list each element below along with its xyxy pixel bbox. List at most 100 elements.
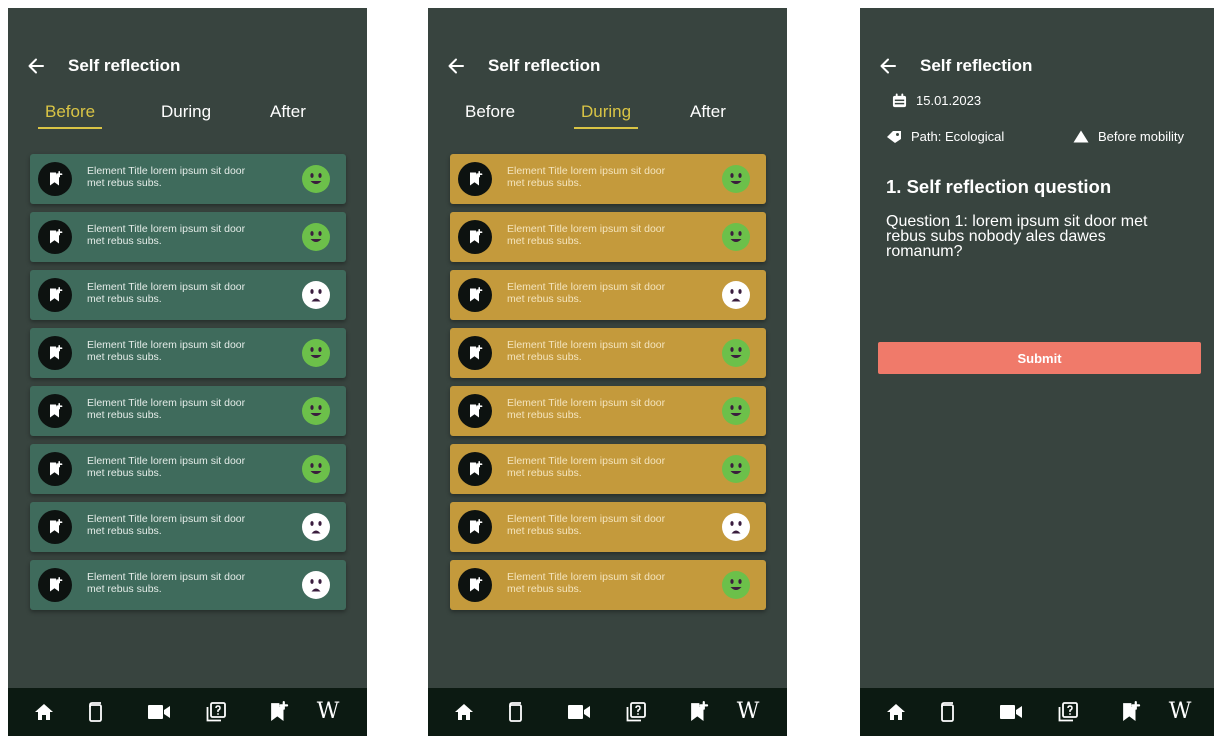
nav-quiz-icon[interactable] [203,701,229,723]
path-row: Path: Ecological [886,129,1004,144]
reflection-before-screen: Self reflection Before During After Elem… [8,8,367,736]
nav-wikipedia-icon[interactable]: W [1163,701,1197,723]
path-text: Path: Ecological [911,129,1005,144]
tab-before[interactable]: Before [38,102,103,129]
bookmark-add-icon [458,162,492,196]
bottom-navigation: W [860,688,1214,736]
nav-wikipedia-icon[interactable]: W [311,701,345,723]
nav-video-icon[interactable] [566,701,592,723]
bookmark-add-icon [38,220,72,254]
happy-face-icon [722,571,750,599]
nav-bookmark-add-icon[interactable] [265,701,291,723]
nav-home-icon[interactable] [31,701,57,723]
tag-icon [887,130,901,143]
reflection-card[interactable]: Element Title lorem ipsum sit door met r… [30,212,346,262]
reflection-card[interactable]: Element Title lorem ipsum sit door met r… [450,328,766,378]
reflection-card[interactable]: Element Title lorem ipsum sit door met r… [30,386,346,436]
tab-before-label: Before [45,102,96,121]
page-title: Self reflection [920,56,1033,75]
card-title: Element Title lorem ipsum sit door met r… [87,165,246,189]
bookmark-add-icon [458,278,492,312]
submit-button[interactable]: Submit [878,342,1201,374]
tab-during[interactable]: During [161,102,211,122]
question-text: Question 1: lorem ipsum sit door met reb… [886,213,1148,260]
reflection-card[interactable]: Element Title lorem ipsum sit door met r… [30,502,346,552]
tab-active-indicator [38,127,103,129]
tab-bar: Before During After [8,102,367,136]
nav-book-icon[interactable] [934,701,960,723]
reflection-card[interactable]: Element Title lorem ipsum sit door met r… [450,386,766,436]
card-title: Element Title lorem ipsum sit door met r… [87,223,246,247]
nav-video-icon[interactable] [146,701,172,723]
happy-face-icon [722,397,750,425]
calendar-icon [892,93,907,108]
card-title: Element Title lorem ipsum sit door met r… [87,397,246,421]
triangle-icon [1073,130,1089,143]
nav-quiz-icon[interactable] [623,701,649,723]
reflection-list: Element Title lorem ipsum sit door met r… [450,154,766,618]
tab-before[interactable]: Before [465,102,515,122]
tab-after-label: After [270,102,306,121]
reflection-card[interactable]: Element Title lorem ipsum sit door met r… [450,154,766,204]
reflection-question-screen: Self reflection 15.01.2023 Path: Ecologi… [860,8,1214,736]
nav-home-icon[interactable] [883,701,909,723]
bookmark-add-icon [458,394,492,428]
header: Self reflection [878,55,1201,77]
card-title: Element Title lorem ipsum sit door met r… [87,281,246,305]
tab-during-label: During [581,102,632,121]
tab-after[interactable]: After [270,102,306,122]
phase-text: Before mobility [1098,129,1184,144]
back-arrow-icon[interactable] [878,56,898,76]
bookmark-add-icon [38,452,72,486]
sad-face-icon [302,571,330,599]
bottom-navigation: W [428,688,787,736]
back-arrow-icon[interactable] [26,56,46,76]
bookmark-add-icon [458,452,492,486]
nav-book-icon[interactable] [502,701,528,723]
nav-quiz-icon[interactable] [1055,701,1081,723]
reflection-card[interactable]: Element Title lorem ipsum sit door met r… [30,154,346,204]
card-title: Element Title lorem ipsum sit door met r… [87,339,246,363]
nav-bookmark-add-icon[interactable] [1117,701,1143,723]
reflection-card[interactable]: Element Title lorem ipsum sit door met r… [450,444,766,494]
card-title: Element Title lorem ipsum sit door met r… [507,513,666,537]
reflection-card[interactable]: Element Title lorem ipsum sit door met r… [450,560,766,610]
bookmark-add-icon [458,220,492,254]
card-title: Element Title lorem ipsum sit door met r… [507,339,666,363]
sad-face-icon [302,281,330,309]
reflection-card[interactable]: Element Title lorem ipsum sit door met r… [30,270,346,320]
bookmark-add-icon [38,336,72,370]
happy-face-icon [302,339,330,367]
nav-book-icon[interactable] [82,701,108,723]
card-title: Element Title lorem ipsum sit door met r… [507,397,666,421]
reflection-card[interactable]: Element Title lorem ipsum sit door met r… [30,328,346,378]
card-title: Element Title lorem ipsum sit door met r… [87,455,246,479]
reflection-card[interactable]: Element Title lorem ipsum sit door met r… [450,502,766,552]
nav-video-icon[interactable] [998,701,1024,723]
sad-face-icon [302,513,330,541]
question-title: 1. Self reflection question [886,176,1112,197]
nav-wikipedia-icon[interactable]: W [731,701,765,723]
nav-bookmark-add-icon[interactable] [685,701,711,723]
nav-home-icon[interactable] [451,701,477,723]
reflection-card[interactable]: Element Title lorem ipsum sit door met r… [450,270,766,320]
bookmark-add-icon [38,568,72,602]
card-title: Element Title lorem ipsum sit door met r… [507,165,666,189]
tab-during[interactable]: During [574,102,639,129]
bookmark-add-icon [38,394,72,428]
bookmark-add-icon [38,510,72,544]
reflection-card[interactable]: Element Title lorem ipsum sit door met r… [30,444,346,494]
happy-face-icon [722,455,750,483]
reflection-card[interactable]: Element Title lorem ipsum sit door met r… [30,560,346,610]
happy-face-icon [302,455,330,483]
bookmark-add-icon [458,336,492,370]
date-row: 15.01.2023 [892,93,981,108]
phase-row: Before mobility [1073,129,1184,144]
card-title: Element Title lorem ipsum sit door met r… [507,571,666,595]
page-title: Self reflection [488,56,601,75]
bookmark-add-icon [458,568,492,602]
tab-after[interactable]: After [690,102,726,122]
back-arrow-icon[interactable] [446,56,466,76]
reflection-card[interactable]: Element Title lorem ipsum sit door met r… [450,212,766,262]
happy-face-icon [722,339,750,367]
